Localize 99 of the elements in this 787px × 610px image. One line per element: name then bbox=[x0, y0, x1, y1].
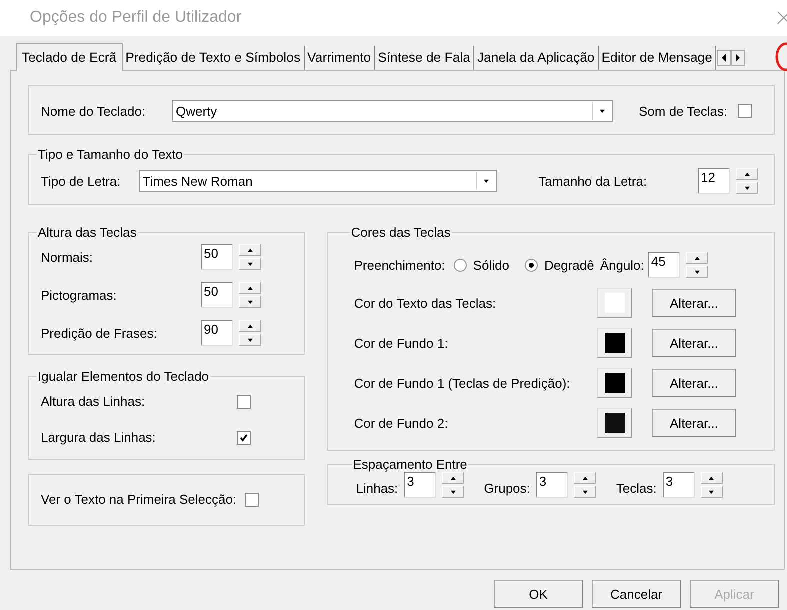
tab-scroll-right-button[interactable] bbox=[731, 50, 746, 66]
field-label: Cor de Fundo 1: bbox=[354, 336, 450, 350]
up-arrow-icon bbox=[246, 324, 254, 328]
radio-button[interactable] bbox=[525, 258, 538, 272]
spin-down-button[interactable] bbox=[239, 258, 261, 270]
dropdown-value: Qwerty bbox=[176, 104, 218, 118]
field-label: Preenchimento: bbox=[354, 258, 446, 272]
group-title: Tipo e Tamanho do Texto bbox=[37, 147, 184, 162]
tab[interactable]: Teclado de Ecrã bbox=[16, 43, 123, 71]
up-arrow-icon bbox=[246, 248, 254, 252]
change-button[interactable]: Alterar... bbox=[652, 329, 736, 357]
spin-down-button[interactable] bbox=[574, 486, 596, 498]
color-swatch-button[interactable] bbox=[597, 288, 632, 318]
checkbox[interactable] bbox=[244, 492, 259, 506]
number-field[interactable]: 3 bbox=[662, 472, 695, 498]
change-button[interactable]: Alterar... bbox=[652, 289, 736, 317]
spin-up-button[interactable] bbox=[686, 252, 708, 264]
number-field[interactable]: 3 bbox=[536, 472, 568, 498]
caret-icon bbox=[482, 178, 490, 184]
number-field[interactable]: 50 bbox=[201, 282, 233, 308]
tab-scroll-left-button[interactable] bbox=[717, 50, 732, 66]
spin-down-button[interactable] bbox=[239, 334, 261, 346]
field-label: Tamanho da Letra: bbox=[538, 174, 648, 188]
field-label: Teclas: bbox=[616, 480, 657, 496]
spin-up-button[interactable] bbox=[442, 472, 464, 484]
up-arrow-icon bbox=[450, 476, 457, 480]
change-button[interactable]: Alterar... bbox=[652, 369, 736, 397]
down-arrow-icon bbox=[246, 338, 254, 342]
field-label: Grupos: bbox=[484, 480, 530, 496]
down-arrow-icon bbox=[246, 262, 254, 266]
spin-up-button[interactable] bbox=[574, 472, 596, 484]
number-field[interactable]: 90 bbox=[201, 320, 233, 346]
dialog-button[interactable]: OK bbox=[494, 580, 583, 608]
field-label: Ângulo: bbox=[600, 258, 644, 272]
number-field[interactable]: 50 bbox=[201, 244, 233, 270]
spin-down-button[interactable] bbox=[442, 486, 464, 498]
up-arrow-icon bbox=[744, 172, 750, 176]
spin-up-button[interactable] bbox=[700, 472, 723, 484]
field-label: Altura das Linhas: bbox=[41, 394, 146, 409]
group-title: Cores das Teclas bbox=[350, 225, 452, 240]
font-dropdown[interactable]: Times New Roman bbox=[138, 170, 497, 192]
checkbox[interactable] bbox=[237, 430, 251, 444]
down-arrow-icon bbox=[450, 490, 457, 494]
close-icon[interactable] bbox=[777, 11, 787, 25]
spin-down-button[interactable] bbox=[736, 182, 758, 194]
dialog-button[interactable]: Cancelar bbox=[592, 580, 681, 608]
down-arrow-icon bbox=[582, 490, 589, 494]
radio-button[interactable] bbox=[454, 258, 468, 272]
keyboard-dropdown[interactable]: Qwerty bbox=[172, 100, 613, 122]
radio-dot-icon bbox=[529, 262, 534, 268]
down-arrow-icon bbox=[694, 270, 701, 274]
down-arrow-icon bbox=[744, 186, 750, 190]
up-arrow-icon bbox=[694, 256, 701, 260]
field-label: Som de Teclas: bbox=[639, 104, 728, 118]
spin-down-button[interactable] bbox=[239, 296, 261, 308]
window-title: Opções do Perfil de Utilizador bbox=[30, 9, 242, 27]
field-label: Cor do Texto das Teclas: bbox=[354, 296, 498, 310]
option-label: Sólido bbox=[473, 258, 510, 272]
down-arrow-icon bbox=[246, 300, 254, 304]
field-label: Predição de Frases: bbox=[41, 326, 158, 340]
spin-up-button[interactable] bbox=[239, 282, 261, 294]
spin-up-button[interactable] bbox=[239, 320, 261, 332]
number-field[interactable]: 12 bbox=[698, 168, 730, 194]
up-arrow-icon bbox=[246, 286, 254, 290]
group-title: Espaçamento Entre bbox=[352, 457, 468, 472]
field-label: Linhas: bbox=[356, 480, 398, 496]
field-label: Nome do Teclado: bbox=[41, 104, 147, 118]
spin-down-button[interactable] bbox=[686, 266, 708, 278]
tab[interactable]: Predição de Texto e Símbolos bbox=[122, 46, 305, 70]
spin-up-button[interactable] bbox=[736, 168, 758, 180]
up-arrow-icon bbox=[708, 476, 716, 480]
number-field[interactable]: 45 bbox=[648, 252, 680, 278]
option-label: Degradê bbox=[544, 258, 594, 272]
checkbox[interactable] bbox=[738, 104, 752, 118]
tab[interactable]: Varrimento bbox=[304, 46, 376, 70]
up-arrow-icon bbox=[582, 476, 589, 480]
checkmark-icon bbox=[240, 434, 248, 442]
right-arrow-icon bbox=[735, 54, 742, 62]
group-title: Altura das Teclas bbox=[37, 225, 138, 240]
dropdown-value: Times New Roman bbox=[142, 174, 253, 188]
color-swatch-button[interactable] bbox=[597, 368, 632, 398]
number-field[interactable]: 3 bbox=[404, 472, 436, 498]
left-arrow-icon bbox=[721, 54, 728, 62]
field-label: Cor de Fundo 1 (Teclas de Predição): bbox=[354, 376, 572, 390]
group-title: Igualar Elementos do Teclado bbox=[37, 369, 210, 384]
caret-icon bbox=[599, 108, 606, 114]
spin-up-button[interactable] bbox=[239, 244, 261, 256]
field-label: Normais: bbox=[41, 250, 94, 264]
color-swatch-button[interactable] bbox=[597, 328, 632, 358]
color-swatch-button[interactable] bbox=[597, 408, 632, 438]
spin-down-button[interactable] bbox=[700, 486, 723, 498]
down-arrow-icon bbox=[708, 490, 716, 494]
field-label: Cor de Fundo 2: bbox=[354, 416, 450, 430]
field-label: Largura das Linhas: bbox=[41, 430, 157, 445]
checkbox[interactable] bbox=[237, 394, 251, 408]
field-label: Pictogramas: bbox=[41, 288, 118, 302]
change-button[interactable]: Alterar... bbox=[652, 409, 736, 437]
field-label: Tipo de Letra: bbox=[41, 174, 122, 188]
field-label: Ver o Texto na Primeira Selecção: bbox=[41, 492, 237, 507]
